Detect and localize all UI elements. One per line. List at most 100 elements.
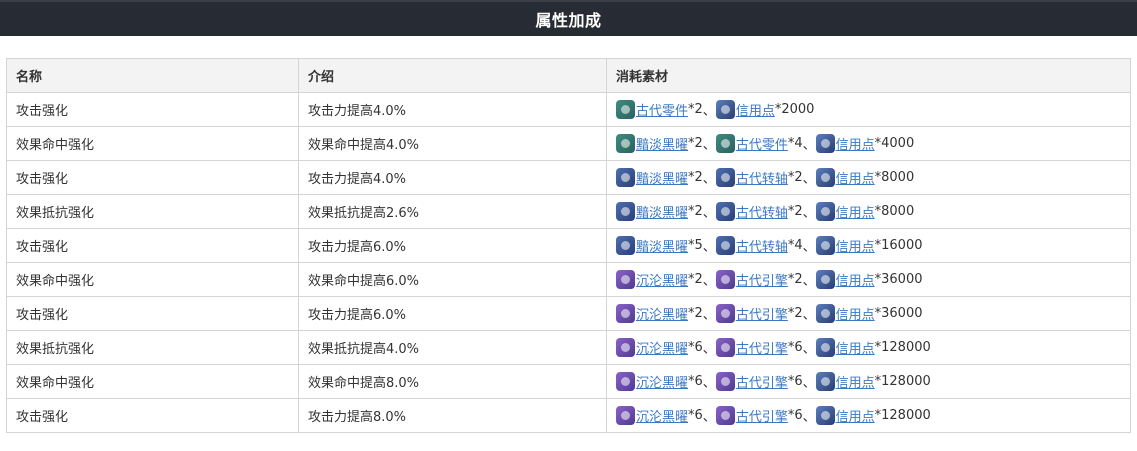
gear-part-icon[interactable] [715, 134, 735, 153]
material-item: 古代引擎 *6、 [715, 406, 816, 425]
material-item: 古代引擎 *6、 [715, 338, 816, 357]
sinking-obsidian-icon[interactable] [616, 270, 635, 289]
material-link[interactable]: 沉沦黑曜 [636, 270, 688, 289]
material-link[interactable]: 沉沦黑曜 [636, 338, 688, 357]
material-link[interactable]: 黯淡黑曜 [636, 134, 688, 153]
material-count: *5 [688, 238, 703, 253]
material-link[interactable]: 古代引擎 [736, 338, 788, 357]
credit-icon[interactable] [815, 304, 835, 323]
column-header-materials: 消耗素材 [606, 58, 1131, 93]
material-item: 信用点 *4000 [815, 134, 915, 153]
material-count: *8000 [874, 170, 915, 185]
material-count: *2 [787, 306, 803, 321]
table-body: 攻击强化 攻击力提高4.0% 古代零件 *2、信用点 *2000 效果命中强化 效果命中提高… [6, 92, 1131, 433]
obsidian-icon[interactable] [616, 134, 635, 153]
material-count: *16000 [874, 238, 923, 253]
material-separator: 、 [702, 104, 716, 119]
row-materials-cell: 沉沦黑曜 *2、古代引擎 *2、信用点 *36000 [606, 262, 1131, 297]
engine-icon[interactable] [715, 406, 735, 425]
section-title: 属性加成 [535, 11, 602, 30]
material-item: 黯淡黑曜 *2、 [616, 202, 716, 221]
row-name-cell: 攻击强化 [6, 160, 299, 195]
material-link[interactable]: 黯淡黑曜 [636, 202, 688, 221]
material-link[interactable]: 古代引擎 [736, 270, 788, 289]
material-link[interactable]: 古代引擎 [736, 372, 788, 391]
material-separator: 、 [802, 172, 816, 187]
material-count: *2 [787, 204, 803, 219]
shaft-icon[interactable] [715, 168, 735, 187]
material-link[interactable]: 黯淡黑曜 [636, 236, 688, 255]
table-row: 攻击强化 攻击力提高6.0% 黯淡黑曜 *5、古代转轴 *4、信用点 *16000 [6, 228, 1131, 263]
material-link[interactable]: 信用点 [836, 270, 875, 289]
engine-icon[interactable] [715, 270, 735, 289]
material-link[interactable]: 信用点 [836, 304, 875, 323]
material-link[interactable]: 黯淡黑曜 [636, 168, 688, 187]
material-link[interactable]: 古代引擎 [736, 304, 788, 323]
material-link[interactable]: 信用点 [836, 338, 875, 357]
material-link[interactable]: 信用点 [836, 168, 875, 187]
credit-icon[interactable] [815, 406, 835, 425]
section-header: 属性加成 [0, 0, 1137, 36]
credit-icon[interactable] [815, 202, 835, 221]
row-desc-cell: 攻击力提高4.0% [298, 92, 607, 127]
material-item: 信用点 *128000 [815, 406, 931, 425]
material-link[interactable]: 古代转轴 [736, 202, 788, 221]
table-row: 效果命中强化 效果命中提高8.0% 沉沦黑曜 *6、古代引擎 *6、信用点 *128000 [6, 364, 1131, 399]
material-link[interactable]: 沉沦黑曜 [636, 304, 688, 323]
material-link[interactable]: 沉沦黑曜 [636, 372, 688, 391]
row-desc-cell: 攻击力提高8.0% [298, 398, 607, 433]
material-count: *128000 [874, 374, 931, 389]
material-item: 古代转轴 *4、 [715, 236, 816, 255]
sinking-obsidian-icon[interactable] [616, 406, 635, 425]
engine-icon[interactable] [715, 372, 735, 391]
row-desc-cell: 效果命中提高4.0% [298, 126, 607, 161]
row-name-cell: 攻击强化 [6, 296, 299, 331]
sinking-obsidian-icon[interactable] [616, 304, 635, 323]
material-separator: 、 [702, 274, 716, 289]
credit-icon[interactable] [715, 100, 735, 119]
material-item: 信用点 *128000 [815, 372, 931, 391]
engine-icon[interactable] [715, 304, 735, 323]
shaft-icon[interactable] [715, 236, 735, 255]
credit-icon[interactable] [815, 270, 835, 289]
material-link[interactable]: 古代转轴 [736, 236, 788, 255]
row-name-cell: 效果命中强化 [6, 126, 299, 161]
material-item: 信用点 *8000 [815, 202, 915, 221]
material-link[interactable]: 信用点 [836, 134, 875, 153]
sinking-obsidian-icon[interactable] [616, 372, 635, 391]
credit-icon[interactable] [815, 372, 835, 391]
obsidian-icon[interactable] [616, 236, 635, 255]
engine-icon[interactable] [715, 338, 735, 357]
material-count: *4000 [874, 136, 915, 151]
material-count: *8000 [874, 204, 915, 219]
material-count: *36000 [874, 272, 923, 287]
material-link[interactable]: 古代转轴 [736, 168, 788, 187]
material-count: *128000 [874, 340, 931, 355]
sinking-obsidian-icon[interactable] [616, 338, 635, 357]
material-link[interactable]: 信用点 [836, 236, 875, 255]
material-link[interactable]: 信用点 [736, 100, 775, 119]
material-count: *6 [787, 340, 803, 355]
material-count: *6 [787, 408, 803, 423]
credit-icon[interactable] [815, 134, 835, 153]
material-item: 黯淡黑曜 *2、 [616, 134, 716, 153]
gear-part-icon[interactable] [616, 100, 635, 119]
material-link[interactable]: 古代零件 [636, 100, 688, 119]
material-link[interactable]: 古代引擎 [736, 406, 788, 425]
material-count: *4 [787, 238, 803, 253]
obsidian-icon[interactable] [616, 168, 635, 187]
material-link[interactable]: 古代零件 [736, 134, 788, 153]
material-link[interactable]: 沉沦黑曜 [636, 406, 688, 425]
material-item: 古代转轴 *2、 [715, 168, 816, 187]
attribute-bonus-table: 名称 介绍 消耗素材 攻击强化 攻击力提高4.0% 古代零件 *2、信用点 *2000 效… [6, 58, 1131, 433]
material-link[interactable]: 信用点 [836, 372, 875, 391]
material-item: 信用点 *36000 [815, 304, 923, 323]
material-link[interactable]: 信用点 [836, 406, 875, 425]
obsidian-icon[interactable] [616, 202, 635, 221]
credit-icon[interactable] [815, 168, 835, 187]
material-link[interactable]: 信用点 [836, 202, 875, 221]
credit-icon[interactable] [815, 338, 835, 357]
shaft-icon[interactable] [715, 202, 735, 221]
credit-icon[interactable] [815, 236, 835, 255]
table-row: 攻击强化 攻击力提高4.0% 黯淡黑曜 *2、古代转轴 *2、信用点 *8000 [6, 160, 1131, 195]
